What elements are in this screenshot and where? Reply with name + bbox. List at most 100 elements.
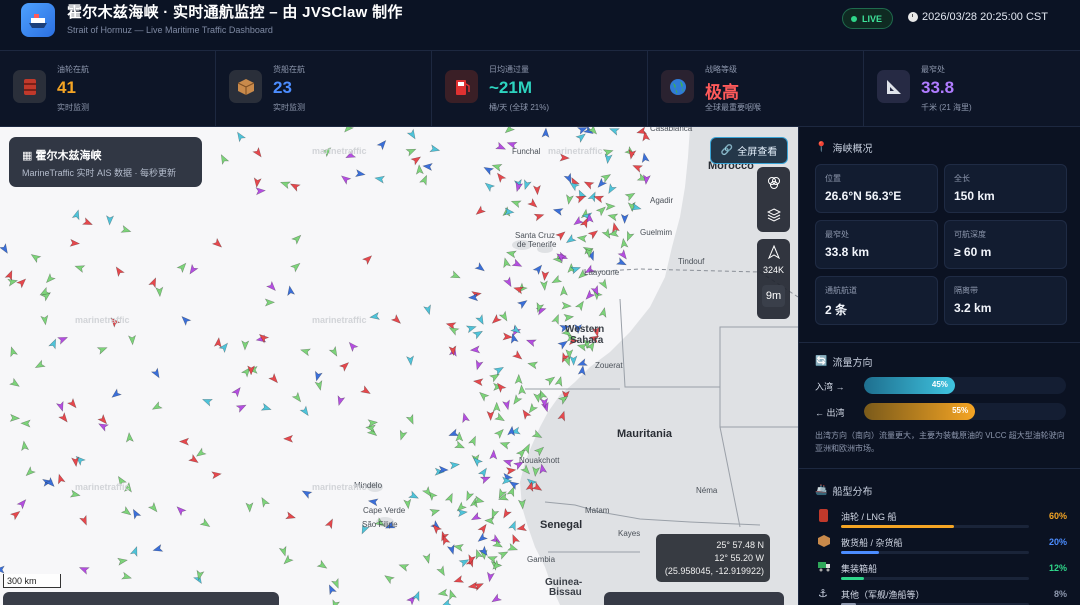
vessel-marker-icon[interactable]: [444, 492, 455, 504]
vessel-marker-icon[interactable]: [489, 449, 498, 460]
vessel-marker-icon[interactable]: [624, 190, 636, 202]
vessel-marker-icon[interactable]: [465, 323, 477, 334]
vessel-marker-icon[interactable]: [455, 431, 464, 442]
vessel-marker-icon[interactable]: [419, 174, 430, 186]
vessel-marker-icon[interactable]: [527, 360, 539, 370]
vessel-marker-icon[interactable]: [576, 358, 588, 369]
vessel-marker-icon[interactable]: [48, 338, 59, 350]
vessel-marker-icon[interactable]: [505, 249, 517, 259]
vessel-marker-icon[interactable]: [121, 571, 133, 581]
vessel-marker-icon[interactable]: [502, 399, 512, 411]
vessel-marker-icon[interactable]: [265, 280, 278, 293]
vessel-marker-icon[interactable]: [475, 313, 486, 326]
vessel-marker-icon[interactable]: [477, 466, 490, 479]
vessel-marker-icon[interactable]: [486, 410, 495, 422]
vessel-marker-icon[interactable]: [564, 233, 577, 246]
vessel-marker-icon[interactable]: [486, 571, 495, 583]
vessel-marker-icon[interactable]: [7, 277, 19, 287]
vessel-marker-icon[interactable]: [69, 238, 81, 247]
vessel-marker-icon[interactable]: [120, 505, 133, 518]
vessel-marker-icon[interactable]: [151, 401, 163, 412]
vessel-marker-icon[interactable]: [490, 313, 503, 326]
vessel-marker-icon[interactable]: [289, 181, 301, 192]
vessel-marker-icon[interactable]: [301, 488, 313, 500]
vessel-marker-icon[interactable]: [495, 171, 507, 184]
vessel-marker-icon[interactable]: [148, 276, 159, 289]
vessel-marker-icon[interactable]: [527, 197, 539, 210]
vessel-marker-icon[interactable]: [477, 522, 489, 535]
vessel-marker-icon[interactable]: [0, 243, 10, 255]
vessel-marker-icon[interactable]: [525, 337, 537, 348]
vessel-marker-icon[interactable]: [147, 501, 160, 514]
vessel-marker-icon[interactable]: [447, 589, 457, 601]
vessel-marker-icon[interactable]: [561, 301, 572, 310]
vessel-marker-icon[interactable]: [282, 434, 294, 443]
vessel-marker-icon[interactable]: [335, 395, 346, 407]
vessel-marker-icon[interactable]: [299, 405, 311, 417]
vessel-marker-icon[interactable]: [441, 598, 453, 605]
vessel-marker-icon[interactable]: [467, 581, 479, 590]
vessel-marker-icon[interactable]: [106, 215, 115, 226]
vessel-marker-icon[interactable]: [476, 532, 489, 544]
vessel-marker-icon[interactable]: [405, 146, 417, 157]
vessel-marker-icon[interactable]: [499, 440, 511, 450]
vessel-marker-icon[interactable]: [429, 144, 441, 154]
vessel-marker-icon[interactable]: [20, 419, 31, 428]
vessel-marker-icon[interactable]: [493, 364, 505, 376]
vessel-marker-icon[interactable]: [467, 293, 479, 302]
vessel-marker-icon[interactable]: [454, 440, 466, 451]
vessel-marker-icon[interactable]: [255, 187, 266, 196]
vessel-marker-icon[interactable]: [491, 162, 503, 172]
vessel-marker-icon[interactable]: [552, 206, 564, 216]
vessel-marker-icon[interactable]: [278, 545, 288, 557]
vessel-marker-icon[interactable]: [436, 565, 447, 577]
vessel-marker-icon[interactable]: [422, 162, 433, 171]
vessel-marker-icon[interactable]: [56, 473, 66, 485]
vessel-marker-icon[interactable]: [397, 429, 408, 441]
vessel-marker-icon[interactable]: [285, 511, 297, 521]
vessel-marker-icon[interactable]: [463, 490, 475, 502]
vessel-marker-icon[interactable]: [572, 215, 584, 228]
vessel-marker-icon[interactable]: [598, 307, 608, 318]
vessel-marker-icon[interactable]: [620, 213, 629, 225]
vessel-marker-icon[interactable]: [501, 507, 512, 519]
vessel-marker-icon[interactable]: [479, 474, 491, 485]
vessel-marker-icon[interactable]: [16, 497, 28, 510]
vessel-marker-icon[interactable]: [383, 573, 395, 585]
vessel-marker-icon[interactable]: [245, 502, 254, 513]
vessel-marker-icon[interactable]: [268, 372, 280, 385]
vessel-marker-icon[interactable]: [291, 233, 303, 245]
vessel-marker-icon[interactable]: [113, 265, 125, 278]
vessel-marker-icon[interactable]: [490, 593, 503, 605]
vessel-marker-icon[interactable]: [429, 507, 441, 517]
vessel-marker-icon[interactable]: [74, 263, 86, 273]
vessel-marker-icon[interactable]: [602, 147, 614, 157]
vessel-marker-icon[interactable]: [179, 314, 192, 327]
vessel-marker-icon[interactable]: [520, 408, 532, 421]
vessel-marker-icon[interactable]: [631, 162, 644, 173]
vessel-marker-icon[interactable]: [152, 544, 164, 554]
vessel-marker-icon[interactable]: [438, 465, 449, 474]
vessel-marker-icon[interactable]: [282, 554, 294, 566]
vessel-marker-icon[interactable]: [477, 390, 490, 402]
vessel-marker-icon[interactable]: [574, 299, 587, 312]
vessel-marker-icon[interactable]: [406, 128, 418, 140]
traffic-map[interactable]: Morocco Western Sahara Mauritania Senegal Gui…: [0, 127, 798, 605]
vessel-marker-icon[interactable]: [218, 153, 230, 166]
vessel-marker-icon[interactable]: [494, 412, 506, 424]
vessel-marker-icon[interactable]: [502, 457, 514, 468]
vessel-marker-icon[interactable]: [551, 313, 562, 325]
vessel-marker-icon[interactable]: [176, 261, 188, 274]
vessel-marker-icon[interactable]: [559, 285, 568, 297]
vessel-marker-icon[interactable]: [503, 127, 516, 135]
vessel-marker-icon[interactable]: [398, 562, 410, 572]
vessel-marker-icon[interactable]: [291, 391, 303, 403]
vessel-marker-icon[interactable]: [544, 374, 556, 386]
vessel-marker-icon[interactable]: [367, 497, 379, 507]
vessel-marker-icon[interactable]: [128, 334, 137, 346]
vessel-marker-icon[interactable]: [532, 184, 541, 196]
vessel-marker-icon[interactable]: [369, 311, 381, 321]
vessel-marker-icon[interactable]: [110, 388, 122, 400]
vessel-marker-icon[interactable]: [550, 274, 563, 286]
vessel-marker-icon[interactable]: [354, 169, 366, 178]
